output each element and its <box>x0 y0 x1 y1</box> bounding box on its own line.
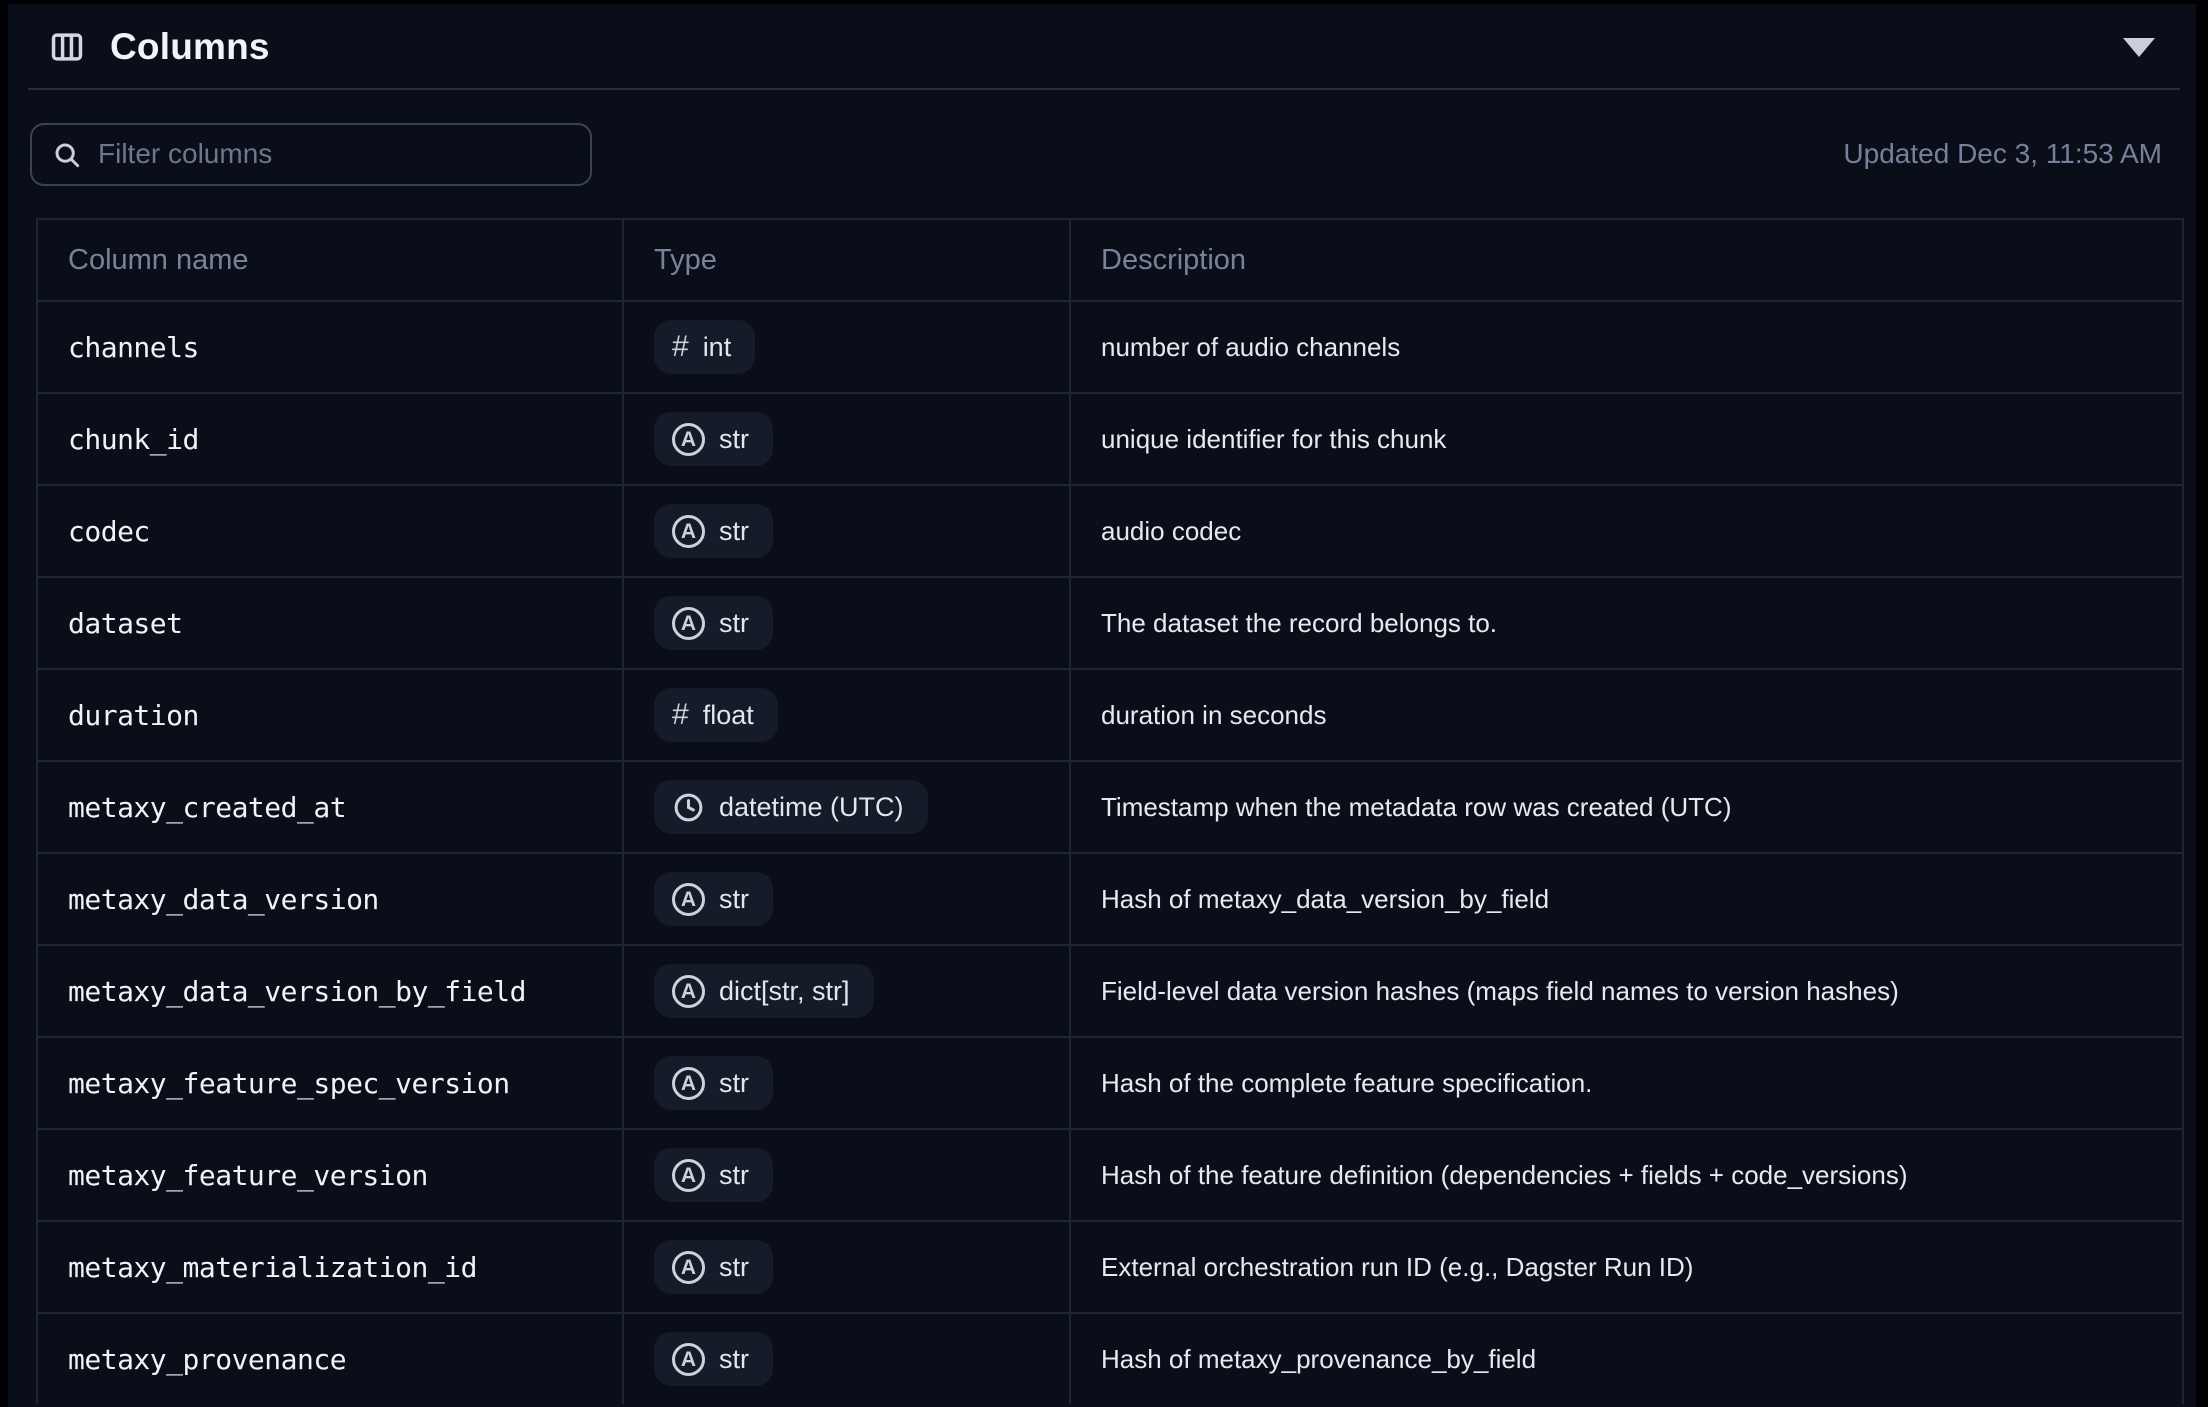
circle-a-icon: A <box>672 1251 705 1284</box>
clock-icon <box>672 791 705 824</box>
hash-icon: # <box>672 698 689 732</box>
type-label: str <box>719 1344 749 1375</box>
table-row: metaxy_data_version_by_field A dict[str,… <box>38 944 2182 1036</box>
column-header-type: Type <box>624 220 1071 300</box>
circle-a-icon: A <box>672 975 705 1008</box>
type-badge: A str <box>654 412 773 466</box>
type-label: datetime (UTC) <box>719 792 904 823</box>
type-label: str <box>719 608 749 639</box>
column-description: audio codec <box>1101 516 1241 547</box>
type-badge: # float <box>654 688 778 742</box>
column-header-name: Column name <box>38 220 624 300</box>
column-description: Hash of metaxy_provenance_by_field <box>1101 1344 1536 1375</box>
type-badge: datetime (UTC) <box>654 780 928 834</box>
type-badge: A str <box>654 504 773 558</box>
column-description: Hash of the feature definition (dependen… <box>1101 1160 1908 1191</box>
circle-a-icon: A <box>672 1343 705 1376</box>
column-header-description: Description <box>1071 220 2182 300</box>
table-row: dataset A str The dataset the record bel… <box>38 576 2182 668</box>
type-label: dict[str, str] <box>719 976 850 1007</box>
column-description: unique identifier for this chunk <box>1101 424 1446 455</box>
table-row: codec A str audio codec <box>38 484 2182 576</box>
column-name: metaxy_feature_version <box>68 1159 428 1192</box>
type-badge: A str <box>654 872 773 926</box>
columns-panel: Columns Updated Dec 3, 11:53 AM Column n… <box>8 4 2196 1407</box>
type-label: str <box>719 884 749 915</box>
type-badge: A dict[str, str] <box>654 964 874 1018</box>
column-name: codec <box>68 515 150 548</box>
column-description: Timestamp when the metadata row was crea… <box>1101 792 1732 823</box>
column-description: Hash of the complete feature specificati… <box>1101 1068 1592 1099</box>
circle-a-icon: A <box>672 515 705 548</box>
circle-a-icon: A <box>672 1159 705 1192</box>
columns-icon <box>46 28 88 66</box>
type-badge: A str <box>654 1332 773 1386</box>
column-description: Field-level data version hashes (maps fi… <box>1101 976 1899 1007</box>
column-description: Hash of metaxy_data_version_by_field <box>1101 884 1549 915</box>
column-description: duration in seconds <box>1101 700 1326 731</box>
table-row: chunk_id A str unique identifier for thi… <box>38 392 2182 484</box>
circle-a-icon: A <box>672 1067 705 1100</box>
column-description: The dataset the record belongs to. <box>1101 608 1497 639</box>
type-label: str <box>719 516 749 547</box>
page-title: Columns <box>110 26 270 68</box>
table-row: metaxy_feature_spec_version A str Hash o… <box>38 1036 2182 1128</box>
filter-columns-input[interactable] <box>30 123 592 186</box>
table-row: metaxy_data_version A str Hash of metaxy… <box>38 852 2182 944</box>
table-row: metaxy_materialization_id A str External… <box>38 1220 2182 1312</box>
circle-a-icon: A <box>672 607 705 640</box>
circle-a-icon: A <box>672 883 705 916</box>
table-body: channels # int number of audio channels … <box>38 300 2182 1404</box>
filter-columns-field <box>30 123 592 186</box>
type-label: int <box>703 332 732 363</box>
column-name: metaxy_data_version <box>68 883 379 916</box>
chevron-down-icon[interactable] <box>2116 24 2162 70</box>
column-name: dataset <box>68 607 183 640</box>
table-row: duration # float duration in seconds <box>38 668 2182 760</box>
column-name: metaxy_materialization_id <box>68 1251 477 1284</box>
type-badge: # int <box>654 320 755 374</box>
table-row: metaxy_created_at datetime (UTC) Timesta… <box>38 760 2182 852</box>
column-name: metaxy_data_version_by_field <box>68 975 526 1008</box>
type-label: str <box>719 424 749 455</box>
section-header: Columns <box>8 4 2196 90</box>
hash-icon: # <box>672 330 689 364</box>
table-row: metaxy_provenance A str Hash of metaxy_p… <box>38 1312 2182 1404</box>
type-label: str <box>719 1068 749 1099</box>
type-badge: A str <box>654 1148 773 1202</box>
type-label: float <box>703 700 754 731</box>
column-name: metaxy_feature_spec_version <box>68 1067 510 1100</box>
type-label: str <box>719 1160 749 1191</box>
columns-table: Column name Type Description channels # … <box>36 218 2184 1404</box>
column-name: metaxy_provenance <box>68 1343 346 1376</box>
column-name: metaxy_created_at <box>68 791 346 824</box>
table-header-row: Column name Type Description <box>38 220 2182 300</box>
column-name: channels <box>68 331 199 364</box>
table-row: channels # int number of audio channels <box>38 300 2182 392</box>
column-name: chunk_id <box>68 423 199 456</box>
updated-timestamp: Updated Dec 3, 11:53 AM <box>1843 138 2162 170</box>
column-description: External orchestration run ID (e.g., Dag… <box>1101 1252 1693 1283</box>
table-row: metaxy_feature_version A str Hash of the… <box>38 1128 2182 1220</box>
type-badge: A str <box>654 1240 773 1294</box>
toolbar: Updated Dec 3, 11:53 AM <box>8 90 2196 218</box>
column-description: number of audio channels <box>1101 332 1400 363</box>
circle-a-icon: A <box>672 423 705 456</box>
type-badge: A str <box>654 596 773 650</box>
column-name: duration <box>68 699 199 732</box>
type-label: str <box>719 1252 749 1283</box>
type-badge: A str <box>654 1056 773 1110</box>
